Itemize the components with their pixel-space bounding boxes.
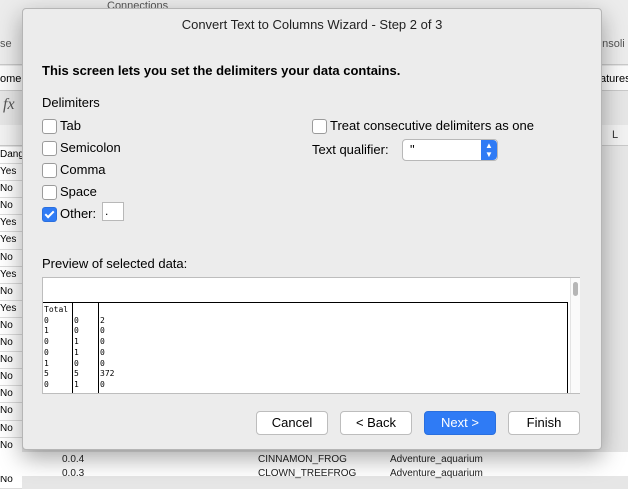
fx-icon[interactable]: fx xyxy=(3,96,15,114)
text-to-columns-dialog: Convert Text to Columns Wizard - Step 2 … xyxy=(22,8,602,450)
row-cell[interactable]: No xyxy=(0,181,22,199)
preview-column-divider xyxy=(98,303,99,393)
row-cell[interactable]: No xyxy=(0,386,22,404)
other-label[interactable]: Other: xyxy=(60,206,96,221)
row-cell[interactable]: No xyxy=(0,198,22,216)
tab-checkbox[interactable] xyxy=(42,119,57,134)
scrollbar-thumb[interactable] xyxy=(573,282,578,296)
back-button[interactable]: < Back xyxy=(340,411,412,435)
row-cell[interactable]: No xyxy=(0,352,22,370)
column-letter[interactable]: L xyxy=(612,129,618,141)
row-cell[interactable]: Yes xyxy=(0,164,22,182)
row-cell[interactable]: No xyxy=(0,420,22,438)
row-cell[interactable]: Yes xyxy=(0,300,22,318)
ribbon-left-text: se xyxy=(0,38,12,50)
row-cell[interactable]: Yes xyxy=(0,266,22,284)
preview-pane[interactable]: Total 0 1 0 0 1 5 0 0 0 1 1 0 5 1 2 0 0 … xyxy=(42,277,580,394)
delimiters-label: Delimiters xyxy=(42,95,100,110)
row-cell[interactable]: No xyxy=(0,283,22,301)
semicolon-checkbox[interactable] xyxy=(42,141,57,156)
cell-a1[interactable]: 0.0.4 xyxy=(62,454,84,465)
row-cell[interactable]: No xyxy=(0,249,22,267)
cell-b1[interactable]: CINNAMON_FROG xyxy=(258,454,347,465)
text-qualifier-value: " xyxy=(410,142,415,157)
preview-column-divider xyxy=(72,303,73,393)
dialog-title: Convert Text to Columns Wizard - Step 2 … xyxy=(181,17,443,32)
space-label[interactable]: Space xyxy=(60,184,97,199)
preview-column-3: 2 0 0 0 0 372 0 xyxy=(100,315,115,389)
preview-label: Preview of selected data: xyxy=(42,256,188,271)
next-button[interactable]: Next > xyxy=(424,411,496,435)
comma-label[interactable]: Comma xyxy=(60,162,106,177)
cell-c1[interactable]: Adventure_aquarium xyxy=(390,454,483,465)
preview-grid: Total 0 1 0 0 1 5 0 0 0 1 1 0 5 1 2 0 0 … xyxy=(43,302,568,393)
preview-scrollbar[interactable] xyxy=(570,278,580,393)
tab-label[interactable]: Tab xyxy=(60,118,81,133)
row-cell[interactable]: Dang xyxy=(0,147,24,165)
text-qualifier-select[interactable]: " ▲ ▼ xyxy=(402,139,498,161)
cancel-button[interactable]: Cancel xyxy=(256,411,328,435)
row-values-column: Dang Yes No No Yes Yes No Yes No Yes No No No No No No N… xyxy=(0,147,24,489)
cell-b2[interactable]: CLOWN_TREEFROG xyxy=(258,468,356,479)
consecutive-checkbox[interactable] xyxy=(312,119,327,134)
preview-column-2: 0 0 1 1 0 5 1 xyxy=(74,315,79,389)
cell-a2[interactable]: 0.0.3 xyxy=(62,468,84,479)
row-cell[interactable]: No xyxy=(0,403,22,421)
bottom-rows: 0.0.4 CINNAMON_FROG Adventure_aquarium 0… xyxy=(0,452,628,479)
preview-column-divider xyxy=(567,303,568,393)
other-delimiter-input[interactable]: . xyxy=(102,202,124,221)
space-checkbox[interactable] xyxy=(42,185,57,200)
finish-button[interactable]: Finish xyxy=(508,411,580,435)
row-cell[interactable]: No xyxy=(0,335,22,353)
row-cell[interactable]: No xyxy=(0,369,22,387)
formula-right-text: atures xyxy=(600,73,628,85)
text-qualifier-label: Text qualifier: xyxy=(312,142,389,157)
preview-column-1: Total 0 1 0 0 1 5 0 xyxy=(44,305,69,389)
cell-c2[interactable]: Adventure_aquarium xyxy=(390,468,483,479)
formula-left-text: ome xyxy=(0,73,22,85)
row-cell[interactable]: Yes xyxy=(0,232,22,250)
row-cell[interactable]: Yes xyxy=(0,215,22,233)
consecutive-label[interactable]: Treat consecutive delimiters as one xyxy=(330,118,534,133)
other-checkbox[interactable] xyxy=(42,207,57,222)
semicolon-label[interactable]: Semicolon xyxy=(60,140,121,155)
chevron-updown-icon: ▲ ▼ xyxy=(481,140,497,160)
comma-checkbox[interactable] xyxy=(42,163,57,178)
dialog-heading: This screen lets you set the delimiters … xyxy=(42,63,401,78)
row-cell[interactable]: No xyxy=(0,317,22,336)
